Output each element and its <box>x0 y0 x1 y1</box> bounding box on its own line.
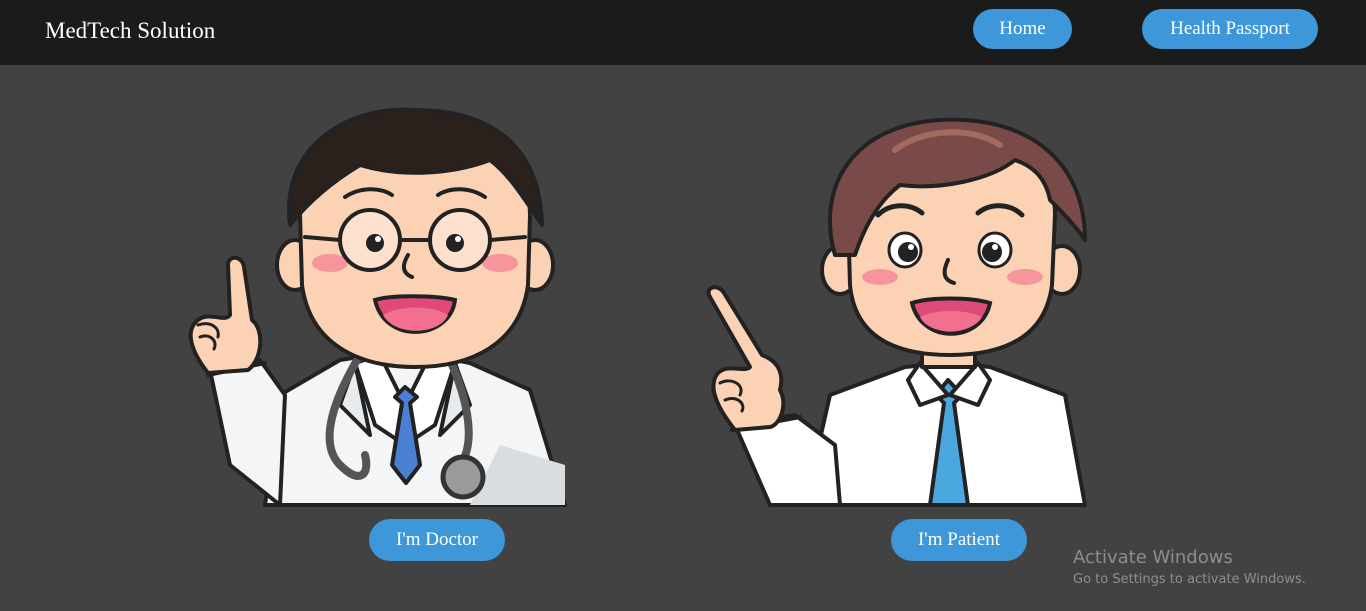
activate-windows-watermark: Activate Windows Go to Settings to activ… <box>1073 546 1306 590</box>
watermark-subtitle: Go to Settings to activate Windows. <box>1073 572 1306 587</box>
watermark-title: Activate Windows <box>1073 547 1233 568</box>
nav-home-button[interactable]: Home <box>973 9 1072 49</box>
brand-title[interactable]: MedTech Solution <box>45 16 215 46</box>
doctor-cartoon-icon <box>188 107 567 507</box>
im-doctor-button[interactable]: I'm Doctor <box>369 519 505 561</box>
patient-cartoon-icon <box>706 117 1087 507</box>
navbar: MedTech Solution Home Health Passport <box>0 0 1366 65</box>
im-patient-button[interactable]: I'm Patient <box>891 519 1027 561</box>
nav-health-passport-button[interactable]: Health Passport <box>1142 9 1318 49</box>
